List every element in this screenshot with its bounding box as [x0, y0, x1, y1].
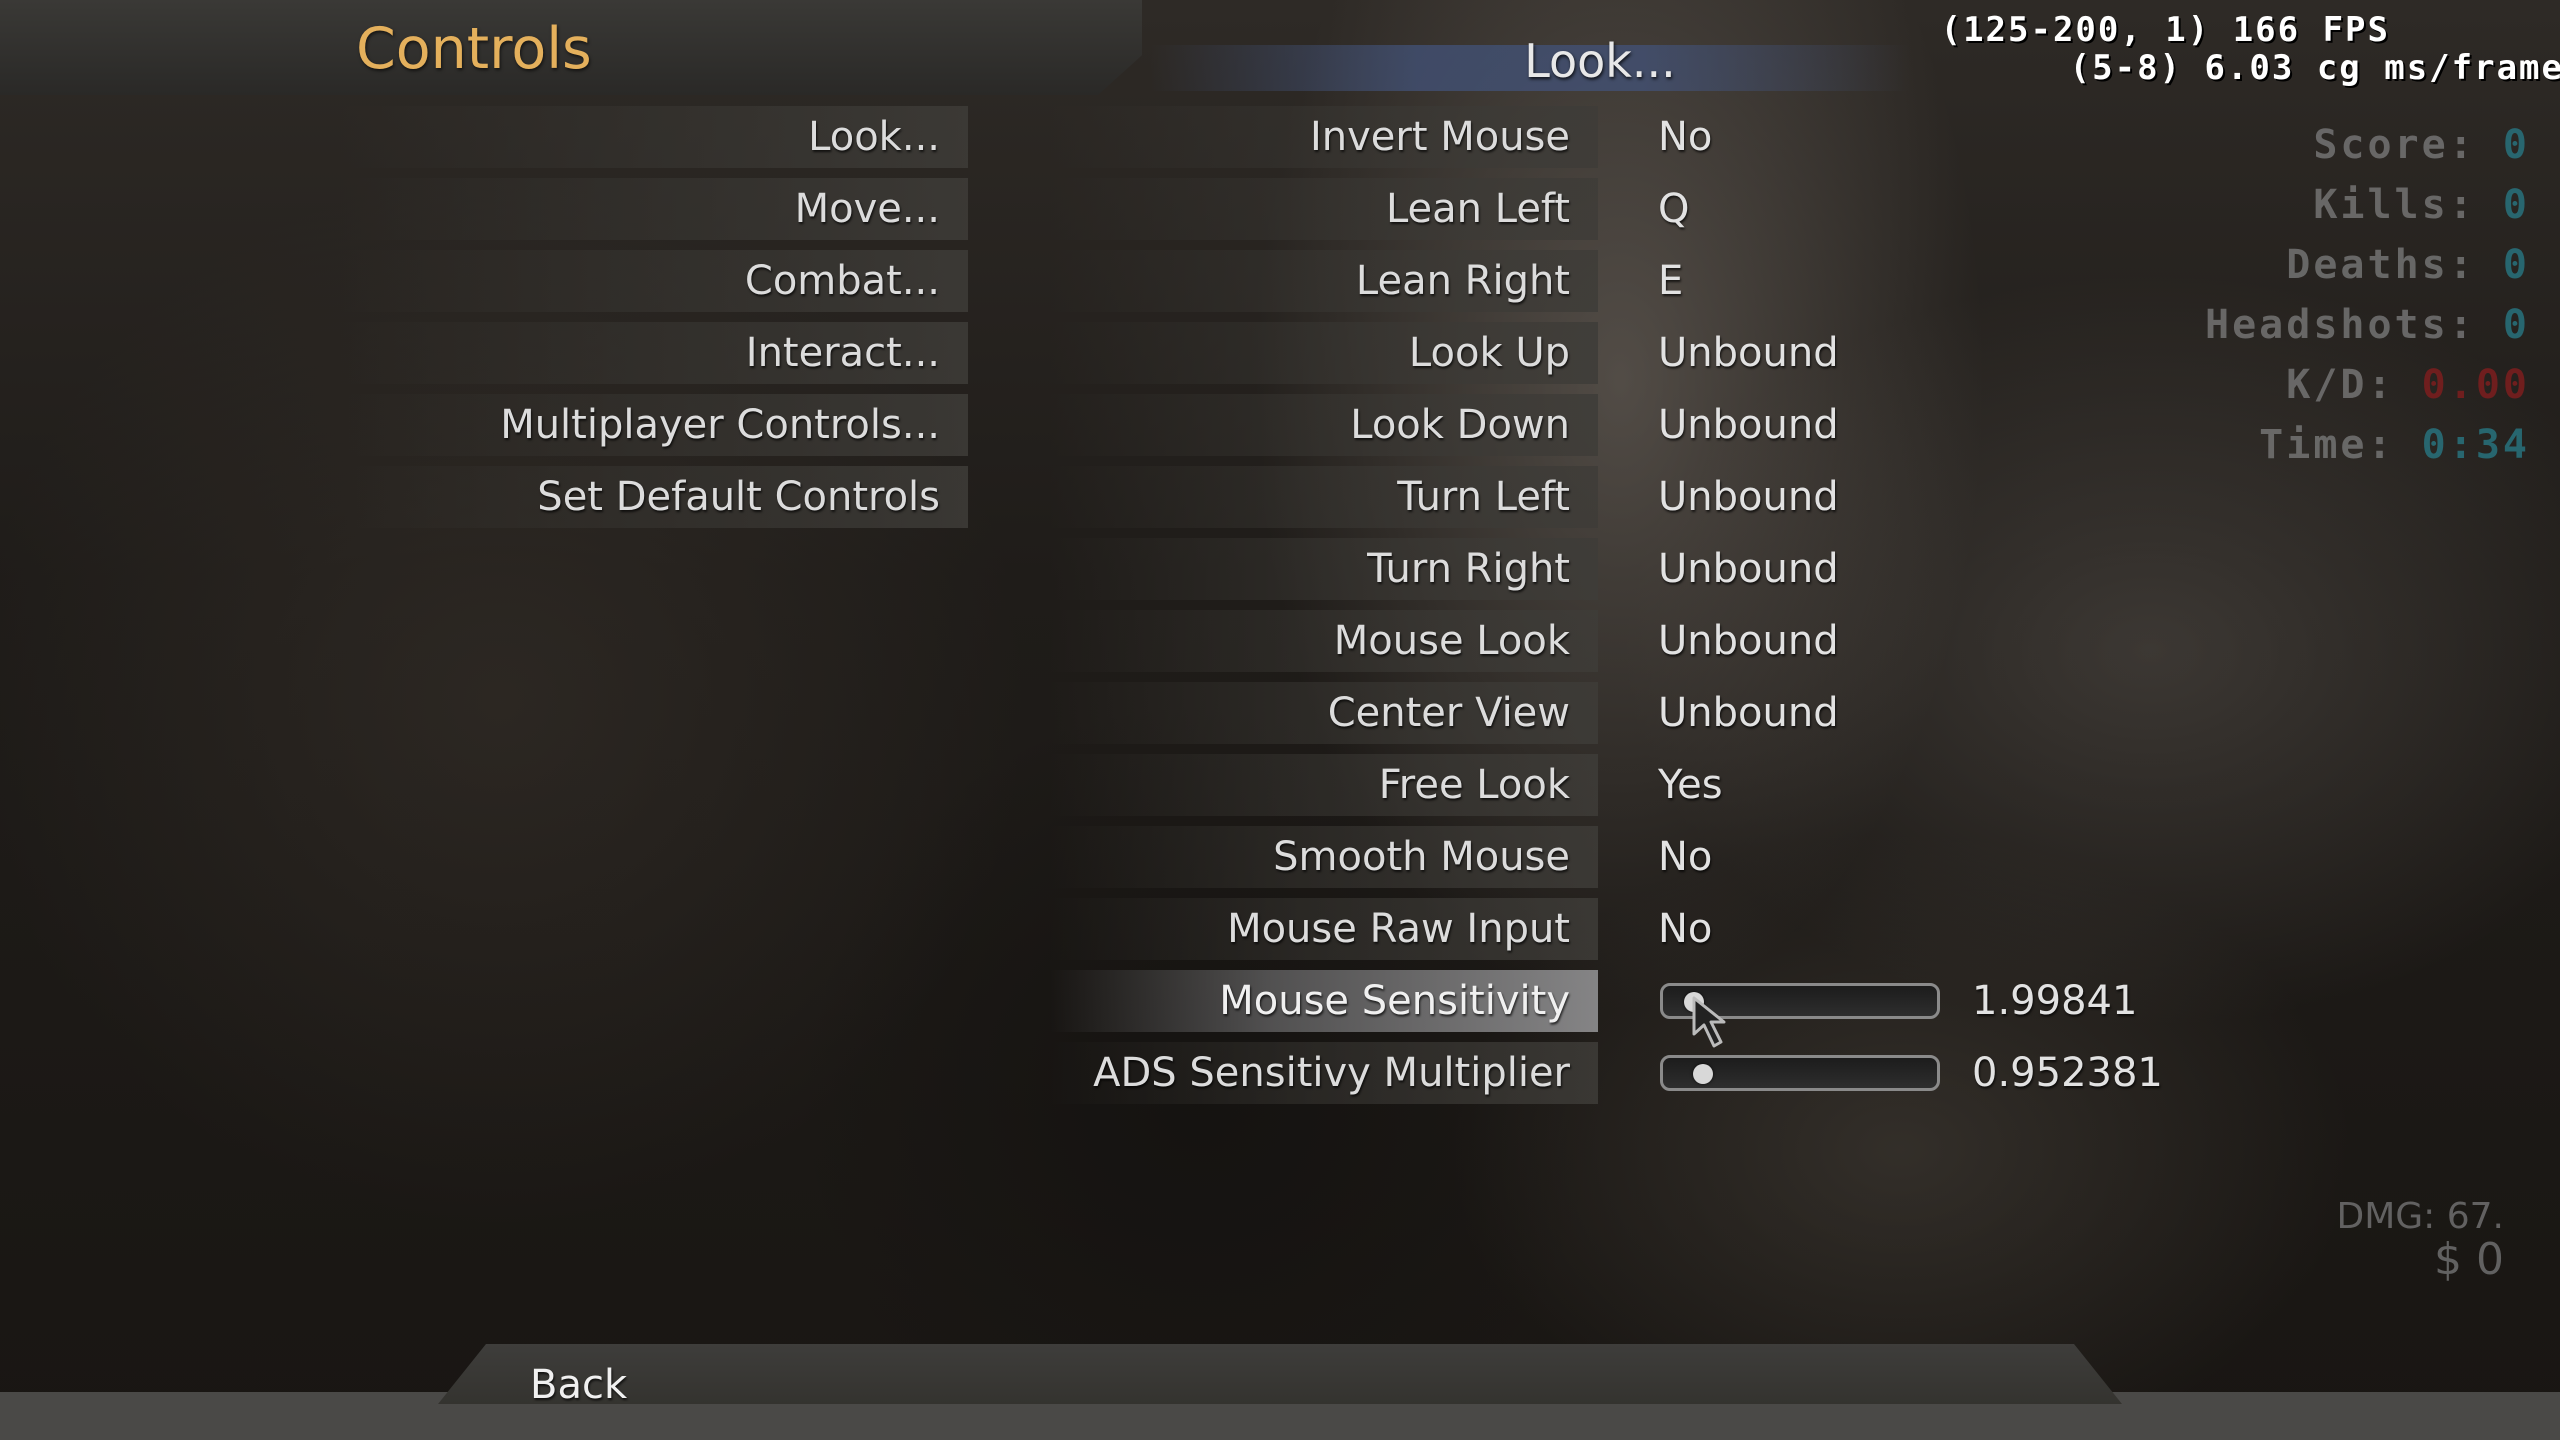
stat-kills-value: 0	[2502, 182, 2530, 228]
setting-label-mouse-raw-input[interactable]: Mouse Raw Input	[1050, 898, 1598, 960]
setting-label-look-down[interactable]: Look Down	[1050, 394, 1598, 456]
setting-label-lean-left[interactable]: Lean Left	[1050, 178, 1598, 240]
ads-sensitivity-value: 0.952381	[1972, 1050, 2163, 1096]
slider-knob[interactable]	[1693, 1064, 1714, 1084]
setting-value-invert-mouse[interactable]: No	[1658, 106, 1712, 168]
damage-readout: DMG: 67.	[2336, 1196, 2504, 1237]
mouse-cursor-icon	[1692, 996, 1726, 1048]
setting-label-free-look[interactable]: Free Look	[1050, 754, 1598, 816]
setting-label-turn-left[interactable]: Turn Left	[1050, 466, 1598, 528]
setting-value-smooth-mouse[interactable]: No	[1658, 826, 1712, 888]
setting-label-ads-sensitivity-multiplier[interactable]: ADS Sensitivy Multiplier	[1050, 1042, 1598, 1104]
stat-score-label: Score:	[2313, 122, 2476, 168]
setting-label-center-view[interactable]: Center View	[1050, 682, 1598, 744]
money-readout: $ 0	[2434, 1234, 2504, 1285]
category-combat[interactable]: Combat...	[340, 250, 968, 312]
setting-value-look-down[interactable]: Unbound	[1658, 394, 1839, 456]
stat-headshots: Headshots: 0	[2205, 302, 2530, 348]
stat-headshots-value: 0	[2502, 302, 2530, 348]
setting-value-center-view[interactable]: Unbound	[1658, 682, 1839, 744]
controls-menu-screen: Controls Look... Look... Move... Combat.…	[0, 0, 2560, 1440]
setting-value-mouse-look[interactable]: Unbound	[1658, 610, 1839, 672]
stat-kills-label: Kills:	[2313, 182, 2476, 228]
stat-kills: Kills: 0	[2313, 182, 2530, 228]
setting-label-mouse-look[interactable]: Mouse Look	[1050, 610, 1598, 672]
stat-deaths-value: 0	[2502, 242, 2530, 288]
stat-kd-label: K/D:	[2286, 362, 2395, 408]
setting-value-lean-right[interactable]: E	[1658, 250, 1683, 312]
fps-readout: (125-200, 1) 166 FPS	[1940, 10, 2390, 50]
setting-value-lean-left[interactable]: Q	[1658, 178, 1689, 240]
mouse-sensitivity-value: 1.99841	[1972, 978, 2138, 1024]
footer-panel	[438, 1344, 2122, 1404]
stat-score-value: 0	[2502, 122, 2530, 168]
set-default-controls-button[interactable]: Set Default Controls	[340, 466, 968, 528]
category-multiplayer-controls[interactable]: Multiplayer Controls...	[340, 394, 968, 456]
setting-label-look-up[interactable]: Look Up	[1050, 322, 1598, 384]
stat-time-label: Time:	[2259, 422, 2395, 468]
setting-label-smooth-mouse[interactable]: Smooth Mouse	[1050, 826, 1598, 888]
page-title: Controls	[356, 16, 592, 82]
stat-kd: K/D: 0.00	[2286, 362, 2530, 408]
setting-value-look-up[interactable]: Unbound	[1658, 322, 1839, 384]
setting-value-mouse-raw-input[interactable]: No	[1658, 898, 1712, 960]
setting-value-free-look[interactable]: Yes	[1658, 754, 1723, 816]
stat-kd-value: 0.00	[2421, 362, 2530, 408]
stat-headshots-label: Headshots:	[2204, 302, 2476, 348]
stat-score: Score: 0	[2313, 122, 2530, 168]
stat-time: Time: 0:34	[2259, 422, 2530, 468]
setting-value-turn-left[interactable]: Unbound	[1658, 466, 1839, 528]
ads-sensitivity-slider[interactable]	[1660, 1055, 1940, 1091]
setting-label-mouse-sensitivity[interactable]: Mouse Sensitivity	[1050, 970, 1598, 1032]
setting-label-invert-mouse[interactable]: Invert Mouse	[1050, 106, 1598, 168]
setting-value-turn-right[interactable]: Unbound	[1658, 538, 1839, 600]
stat-deaths-label: Deaths:	[2286, 242, 2476, 288]
stat-time-value: 0:34	[2421, 422, 2530, 468]
stat-deaths: Deaths: 0	[2286, 242, 2530, 288]
setting-label-lean-right[interactable]: Lean Right	[1050, 250, 1598, 312]
frame-time-readout: (5-8) 6.03 cg ms/frame	[2069, 48, 2560, 88]
category-move[interactable]: Move...	[340, 178, 968, 240]
back-button[interactable]: Back	[530, 1360, 627, 1410]
category-look[interactable]: Look...	[340, 106, 968, 168]
setting-label-turn-right[interactable]: Turn Right	[1050, 538, 1598, 600]
category-interact[interactable]: Interact...	[340, 322, 968, 384]
